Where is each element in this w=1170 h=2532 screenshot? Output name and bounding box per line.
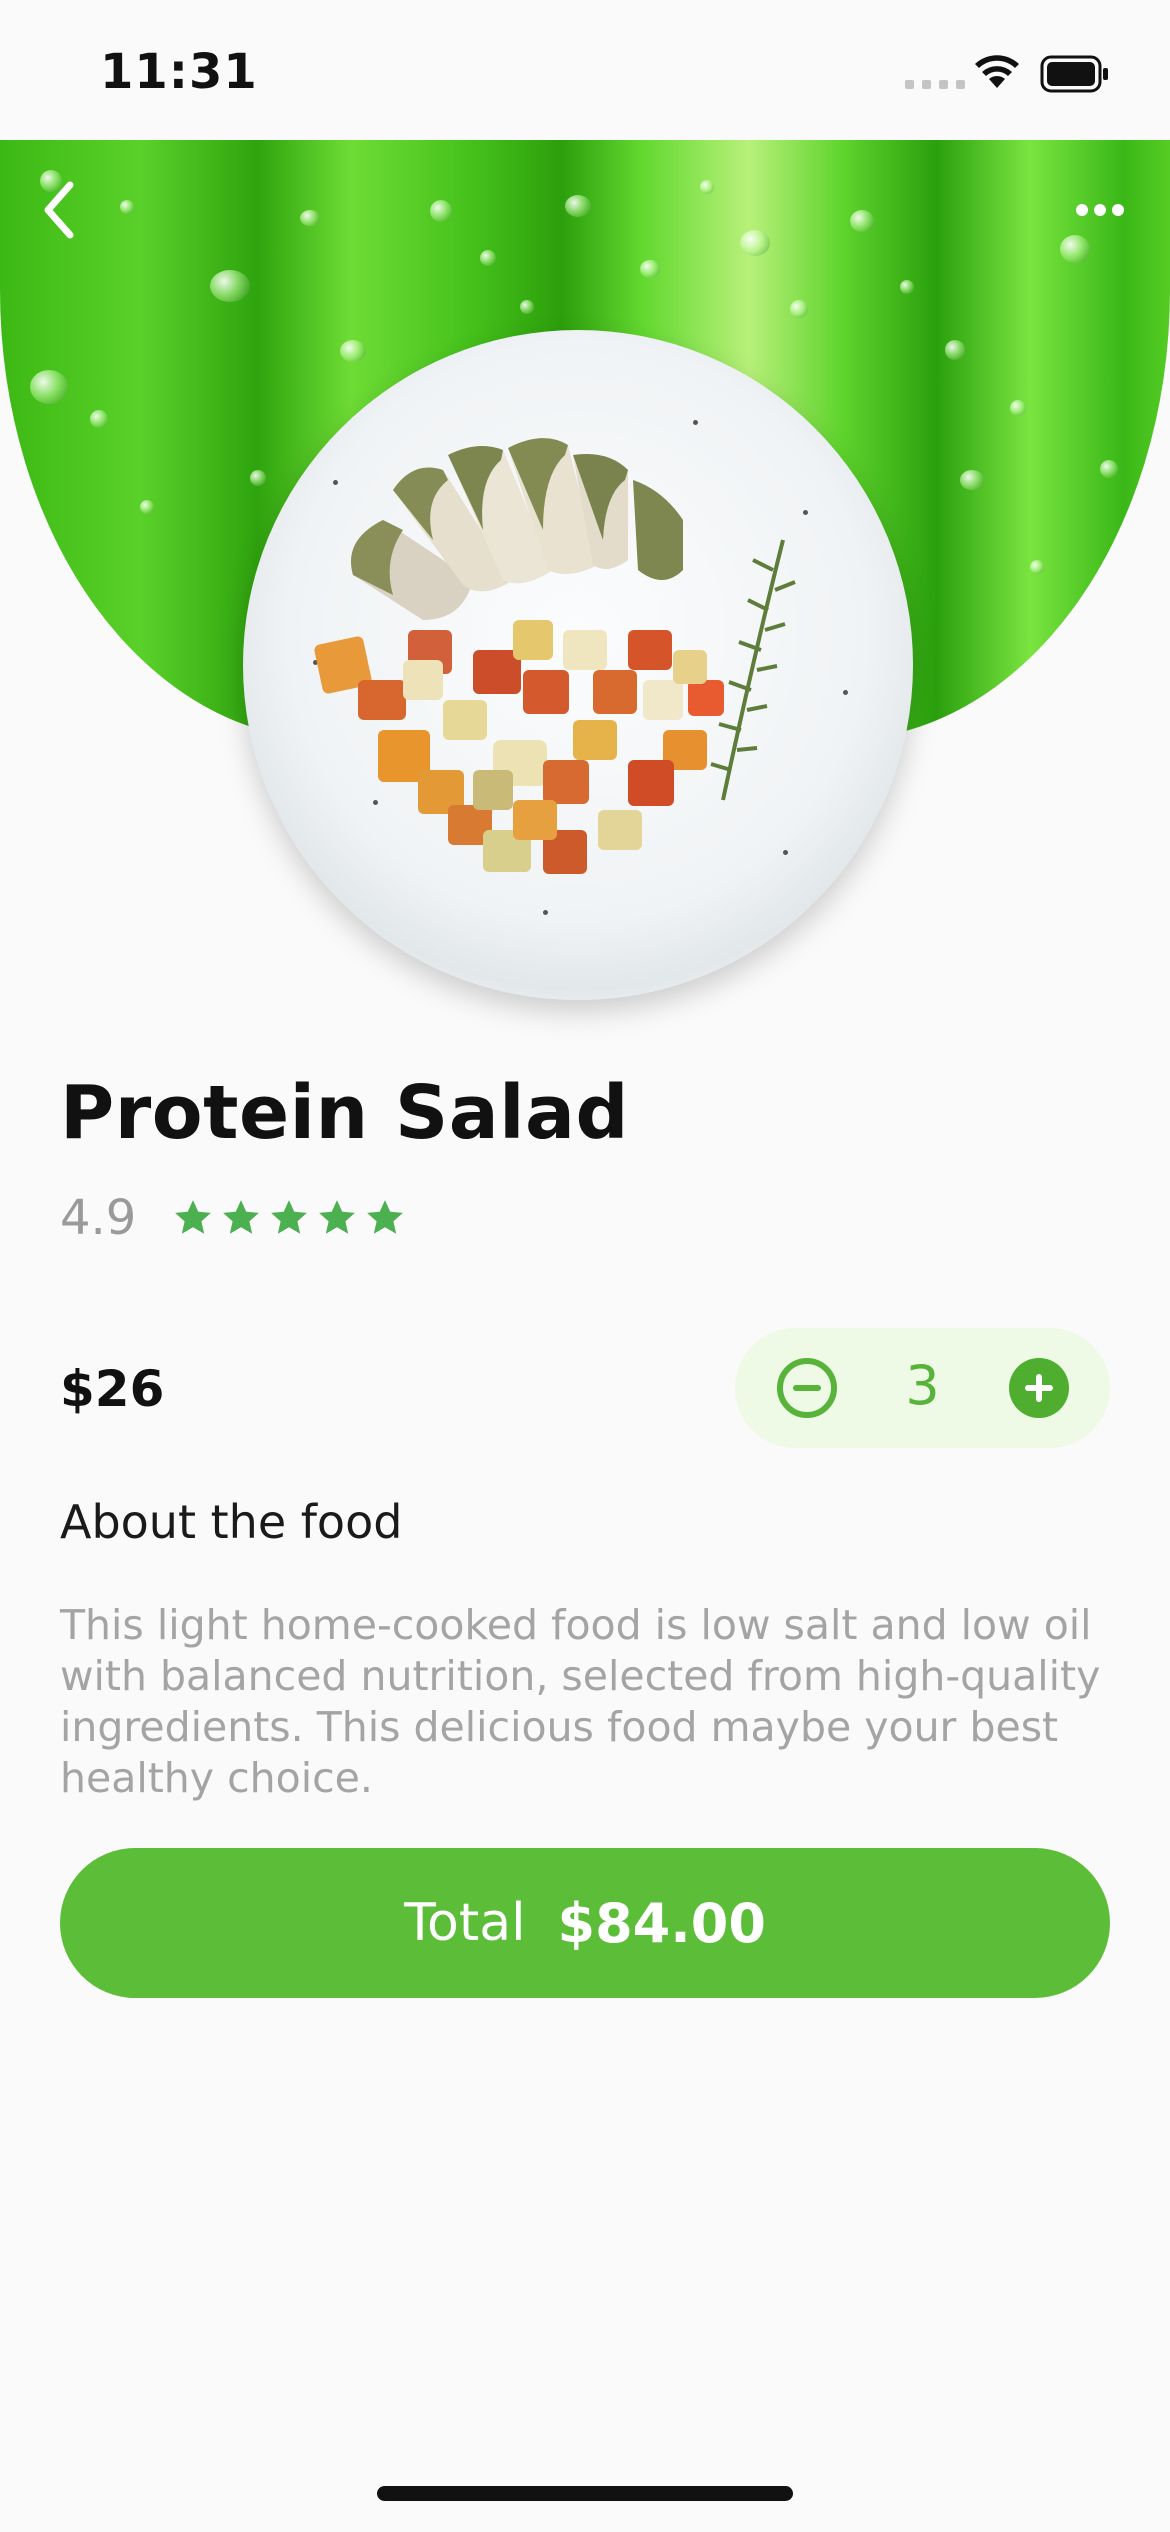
rosemary-sprig	[710, 539, 796, 801]
wifi-icon	[975, 55, 1019, 88]
more-button[interactable]	[1070, 195, 1130, 225]
food-image	[243, 330, 913, 1000]
star-icon	[175, 1200, 212, 1234]
star-icon	[367, 1200, 404, 1234]
quantity-value: 3	[905, 1354, 940, 1417]
rating-row: 4.9	[60, 1190, 406, 1246]
product-title: Protein Salad	[60, 1070, 629, 1156]
rating-value: 4.9	[60, 1190, 137, 1246]
home-indicator[interactable]	[377, 2486, 793, 2501]
minus-circle-icon	[777, 1358, 837, 1418]
chevron-left-icon	[44, 181, 74, 239]
roasted-vegetables	[314, 620, 724, 874]
chicken-slices	[351, 438, 683, 620]
product-price: $26	[60, 1360, 165, 1418]
status-time: 11:31	[100, 44, 258, 100]
star-icon	[223, 1200, 260, 1234]
salad-illustration	[314, 438, 796, 874]
star-icon	[271, 1200, 308, 1234]
food-detail-screen: 11:31 Protein Salad 4.9 $26 3 About the …	[0, 0, 1170, 2532]
total-label: Total	[404, 1893, 526, 1953]
about-heading: About the food	[60, 1495, 403, 1549]
star-icon	[319, 1200, 356, 1234]
cellular-signal-icon	[905, 80, 965, 89]
total-value: $84.00	[557, 1891, 766, 1955]
plus-circle-icon	[1009, 1358, 1069, 1418]
total-checkout-button[interactable]: Total $84.00	[60, 1848, 1110, 1998]
back-button[interactable]	[30, 175, 90, 245]
battery-icon	[1040, 55, 1108, 93]
quantity-stepper: 3	[735, 1328, 1110, 1448]
rating-stars	[172, 1197, 406, 1239]
increase-quantity-button[interactable]	[1007, 1356, 1071, 1420]
status-bar: 11:31	[0, 0, 1170, 140]
about-description: This light home-cooked food is low salt …	[60, 1601, 1101, 1802]
decrease-quantity-button[interactable]	[775, 1356, 839, 1420]
more-horizontal-icon	[1076, 204, 1124, 216]
